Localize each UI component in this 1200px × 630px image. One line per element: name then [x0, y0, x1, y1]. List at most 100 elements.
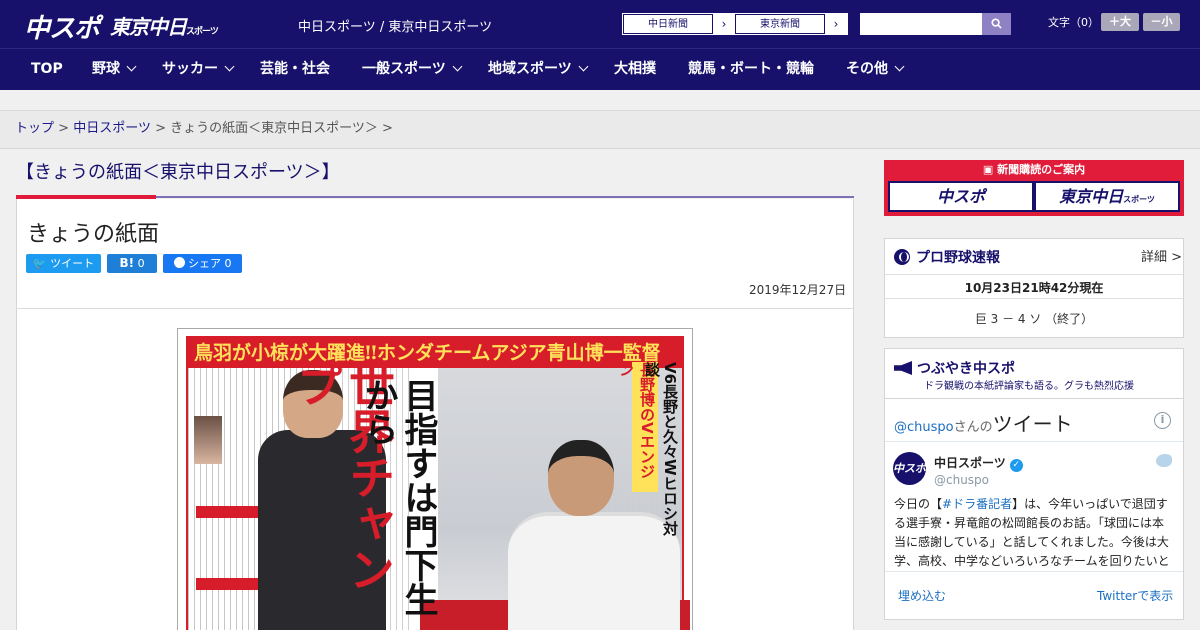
search-icon [991, 18, 1002, 29]
font-larger-button[interactable]: ＋大 [1101, 13, 1139, 31]
newspaper-side-label: 長野博のVエンジン [617, 362, 658, 492]
font-smaller-button[interactable]: －小 [1143, 13, 1180, 31]
breadcrumb-separator: > [382, 121, 393, 136]
nav-item-label: TOP [31, 61, 63, 77]
hatena-bookmark-button[interactable]: B! 0 [107, 254, 157, 273]
nav-item-entertainment[interactable]: 芸能・社会 [260, 49, 330, 91]
subscription-caption-text: 新聞購読のご案内 [997, 163, 1086, 176]
newspaper-portrait-photo [194, 416, 222, 464]
tweet-button[interactable]: 🐦 ツイート [26, 254, 101, 273]
tsubuyaki-subtitle: ドラ観戦の本紙評論家も語る。グラも熱烈応援 [924, 381, 1134, 392]
nav-item-sumo[interactable]: 大相撲 [614, 49, 656, 91]
hatena-count: 0 [137, 257, 145, 270]
timeline-handle-link[interactable]: @chuspo [894, 420, 954, 435]
tweet-user-name-text: 中日スポーツ [934, 456, 1006, 470]
section-underline [156, 196, 854, 198]
facebook-share-button[interactable]: シェア 0 [163, 254, 242, 273]
tokyo-shimbun-label: 東京新聞 [735, 14, 825, 34]
breadcrumb-top[interactable]: トップ [15, 121, 54, 136]
site-tagline: 中日スポーツ / 東京中日スポーツ [298, 20, 493, 35]
tokyo-chunichi-subscribe-logo-small: スポーツ [1123, 195, 1155, 204]
article-date: 2019年12月27日 [749, 283, 847, 297]
section-title: 【きょうの紙面＜東京中日スポーツ＞】 [16, 162, 340, 183]
subscription-banner[interactable]: ▣ 新聞購読のご案内 中スポ 東京中日スポーツ [884, 160, 1184, 216]
main-nav: TOP 野球 サッカー 芸能・社会 一般スポーツ 地域スポーツ 大相撲 競馬・ボ… [0, 48, 1200, 90]
twitter-bird-icon[interactable] [1156, 454, 1172, 467]
tweet-hashtag-link[interactable]: #ドラ番記者 [942, 497, 1012, 511]
chevron-down-icon [578, 61, 589, 72]
photo-person [508, 512, 680, 630]
nav-item-label: その他 [846, 61, 888, 77]
tokyo-chunichi-logo-text: 東京中日 [110, 15, 187, 39]
tokyo-shimbun-link[interactable]: 東京新聞 › [734, 13, 848, 35]
nav-item-label: 競馬・ボート・競輪 [688, 61, 814, 77]
search-button[interactable] [982, 13, 1011, 35]
facebook-share-label: シェア [188, 257, 221, 270]
nav-item-soccer[interactable]: サッカー [162, 49, 235, 91]
verified-badge-icon: ✓ [1009, 459, 1023, 472]
divider [885, 298, 1183, 299]
divider [885, 274, 1183, 275]
baseball-game-score[interactable]: 巨 3 － 4 ソ （終了） [885, 310, 1183, 327]
baseball-detail-link[interactable]: 詳細 > [1141, 246, 1182, 265]
newspaper-subtitle: 目指すは門下生から [358, 378, 438, 616]
tokyo-chunichi-logo-small: スポーツ [186, 27, 219, 37]
tsubuyaki-title: つぶやき中スポ [894, 358, 1015, 378]
divider [885, 571, 1183, 572]
nav-item-local-sports[interactable]: 地域スポーツ [488, 49, 589, 91]
chevron-down-icon [224, 61, 235, 72]
font-size-label: 文字（0） [1048, 16, 1099, 29]
nav-item-label: サッカー [162, 61, 218, 77]
nav-item-label: 芸能・社会 [260, 61, 330, 77]
nav-item-top[interactable]: TOP [31, 49, 63, 91]
timeline-heading: ツイート [992, 412, 1073, 436]
photo-person-head [548, 440, 614, 516]
breadcrumb-separator: > [155, 121, 166, 136]
tweet-text-prefix: 今日の【 [894, 497, 943, 511]
breadcrumb-chunichi-sports[interactable]: 中日スポーツ [73, 121, 151, 136]
nav-item-label: 大相撲 [614, 61, 656, 77]
newspaper-side-headline: V6長野と久々Wヒロシ対談 [643, 362, 679, 536]
nav-item-label: 地域スポーツ [488, 61, 572, 77]
baseball-card-title-text: プロ野球速報 [916, 250, 1000, 266]
timeline-header: @chuspoさんのツイート [894, 408, 1073, 437]
nav-item-label: 一般スポーツ [362, 61, 446, 77]
info-icon[interactable]: i [1154, 412, 1171, 429]
tweet-user-name[interactable]: 中日スポーツ ✓ [934, 454, 1023, 472]
search-input[interactable] [860, 13, 982, 35]
chevron-down-icon [126, 61, 137, 72]
facebook-share-count: 0 [224, 257, 232, 270]
subscription-logos: 中スポ 東京中日スポーツ [888, 181, 1180, 212]
tsubuyaki-title-text: つぶやき中スポ [917, 361, 1015, 377]
nav-item-other[interactable]: その他 [846, 49, 905, 91]
chevron-down-icon [894, 61, 905, 72]
hatena-icon: B! [119, 256, 135, 270]
nav-item-keiba[interactable]: 競馬・ボート・競輪 [688, 49, 814, 91]
article-title: きょうの紙面 [27, 222, 160, 247]
chuspo-logo[interactable]: 中スポ [24, 8, 100, 45]
embed-link[interactable]: 埋め込む [898, 587, 946, 604]
chevron-right-icon: › [721, 17, 727, 31]
chunichi-shimbun-label: 中日新聞 [623, 14, 713, 34]
chevron-down-icon [452, 61, 463, 72]
divider [885, 441, 1183, 442]
tweet-user-handle[interactable]: @chuspo [934, 473, 989, 487]
breadcrumb-current: きょうの紙面＜東京中日スポーツ＞ [170, 121, 378, 136]
nav-item-baseball[interactable]: 野球 [92, 49, 137, 91]
tweet-button-label: ツイート [50, 257, 95, 270]
nav-item-general-sports[interactable]: 一般スポーツ [362, 49, 463, 91]
tokyo-chunichi-logo[interactable]: 東京中日スポーツ [110, 11, 219, 40]
facebook-icon [173, 257, 185, 268]
chunichi-shimbun-link[interactable]: 中日新聞 › [622, 13, 736, 35]
tokyo-chunichi-subscribe-logo[interactable]: 東京中日スポーツ [1036, 183, 1178, 210]
view-on-twitter-link[interactable]: Twitterで表示 [1097, 587, 1173, 604]
site-header: 中スポ 東京中日スポーツ 中日スポーツ / 東京中日スポーツ [0, 0, 1200, 48]
timeline-handle-suffix: さんの [953, 420, 993, 435]
tweet-text: 今日の【#ドラ番記者】は、今年いっぱいで退団する選手寮・昇竜館の松岡館長のお話。… [894, 495, 1172, 567]
breadcrumb: トップ > 中日スポーツ > きょうの紙面＜東京中日スポーツ＞ > [0, 111, 1200, 149]
baseball-icon [894, 249, 910, 265]
twitter-bird-icon: 🐦 [32, 257, 47, 270]
chuspo-subscribe-logo[interactable]: 中スポ [890, 183, 1032, 210]
avatar[interactable]: 中スポ [893, 452, 926, 485]
newspaper-headline: 鳥羽が小椋が大躍進‼ホンダチームアジア青山博一監督 [188, 338, 682, 368]
